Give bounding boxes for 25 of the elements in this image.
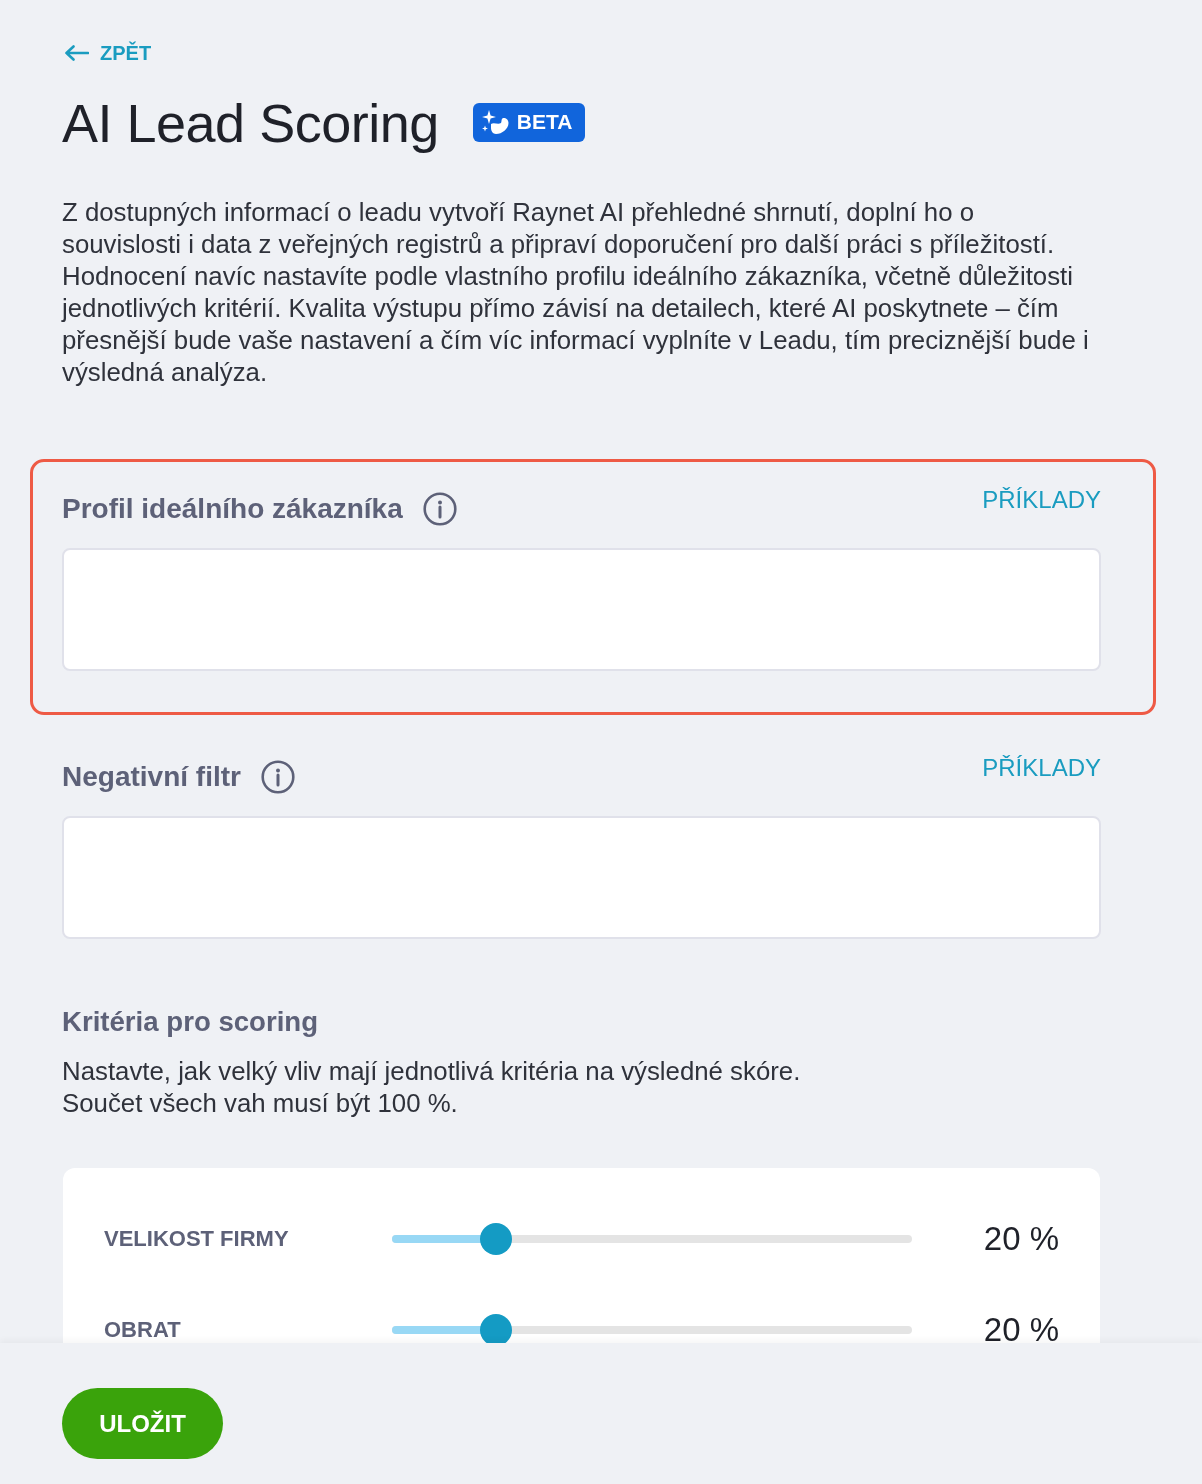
slider[interactable] bbox=[392, 1223, 912, 1255]
page-title: AI Lead Scoring bbox=[62, 93, 439, 153]
back-arrow-icon bbox=[65, 45, 89, 61]
field-label: Profil ideálního zákazníka bbox=[62, 493, 403, 525]
info-icon[interactable] bbox=[422, 492, 457, 526]
criterion-label: VELIKOST FIRMY bbox=[104, 1226, 290, 1252]
save-button[interactable]: ULOŽIT bbox=[62, 1388, 223, 1459]
hint-text: Nastavte, jak velký vliv mají jednotlivá kritéria na výsledné skóre. bbox=[62, 1056, 802, 1087]
percentage-value: 20 % bbox=[982, 1219, 1059, 1259]
examples-link[interactable]: PŘÍKLADY bbox=[982, 752, 1101, 784]
back-link[interactable]: ZPĚT bbox=[65, 41, 152, 65]
description-text: Z dostupných informací o leadu vytvoří Raynet AI přehledné shrnutí, doplní ho o souvislosti i data z veřejných registrů a připraví doporučení pro další práci s příležitostí. Hodnocení navíc nastavíte podle vlastního profilu ideálního zákazníka, včetně důležitosti jednotlivých kritérií. Kvalita výstupu přímo závisí na detailech, které AI poskytnete – čím přesnější bude vaše nastavení a čím víc informací vyplníte v Leadu, tím preciznější bude i výsledná analýza. bbox=[62, 197, 1090, 388]
percentage-value: 20 % bbox=[982, 1310, 1059, 1343]
sparkle-icon bbox=[481, 109, 509, 135]
examples-link[interactable]: PŘÍKLADY bbox=[982, 484, 1101, 516]
field-label: Negativní filtr bbox=[62, 761, 241, 793]
beta-label: BETA bbox=[516, 110, 573, 134]
info-icon[interactable] bbox=[260, 760, 295, 794]
slider-thumb[interactable] bbox=[480, 1314, 512, 1343]
slider-thumb[interactable] bbox=[480, 1223, 512, 1255]
text-area-field[interactable] bbox=[62, 816, 1101, 939]
text-area-field[interactable] bbox=[62, 548, 1101, 671]
section-heading: Kritéria pro scoring bbox=[62, 1006, 320, 1038]
hint-text: Součet všech vah musí být 100 %. bbox=[62, 1088, 459, 1119]
criterion-label: OBRAT bbox=[104, 1317, 182, 1343]
